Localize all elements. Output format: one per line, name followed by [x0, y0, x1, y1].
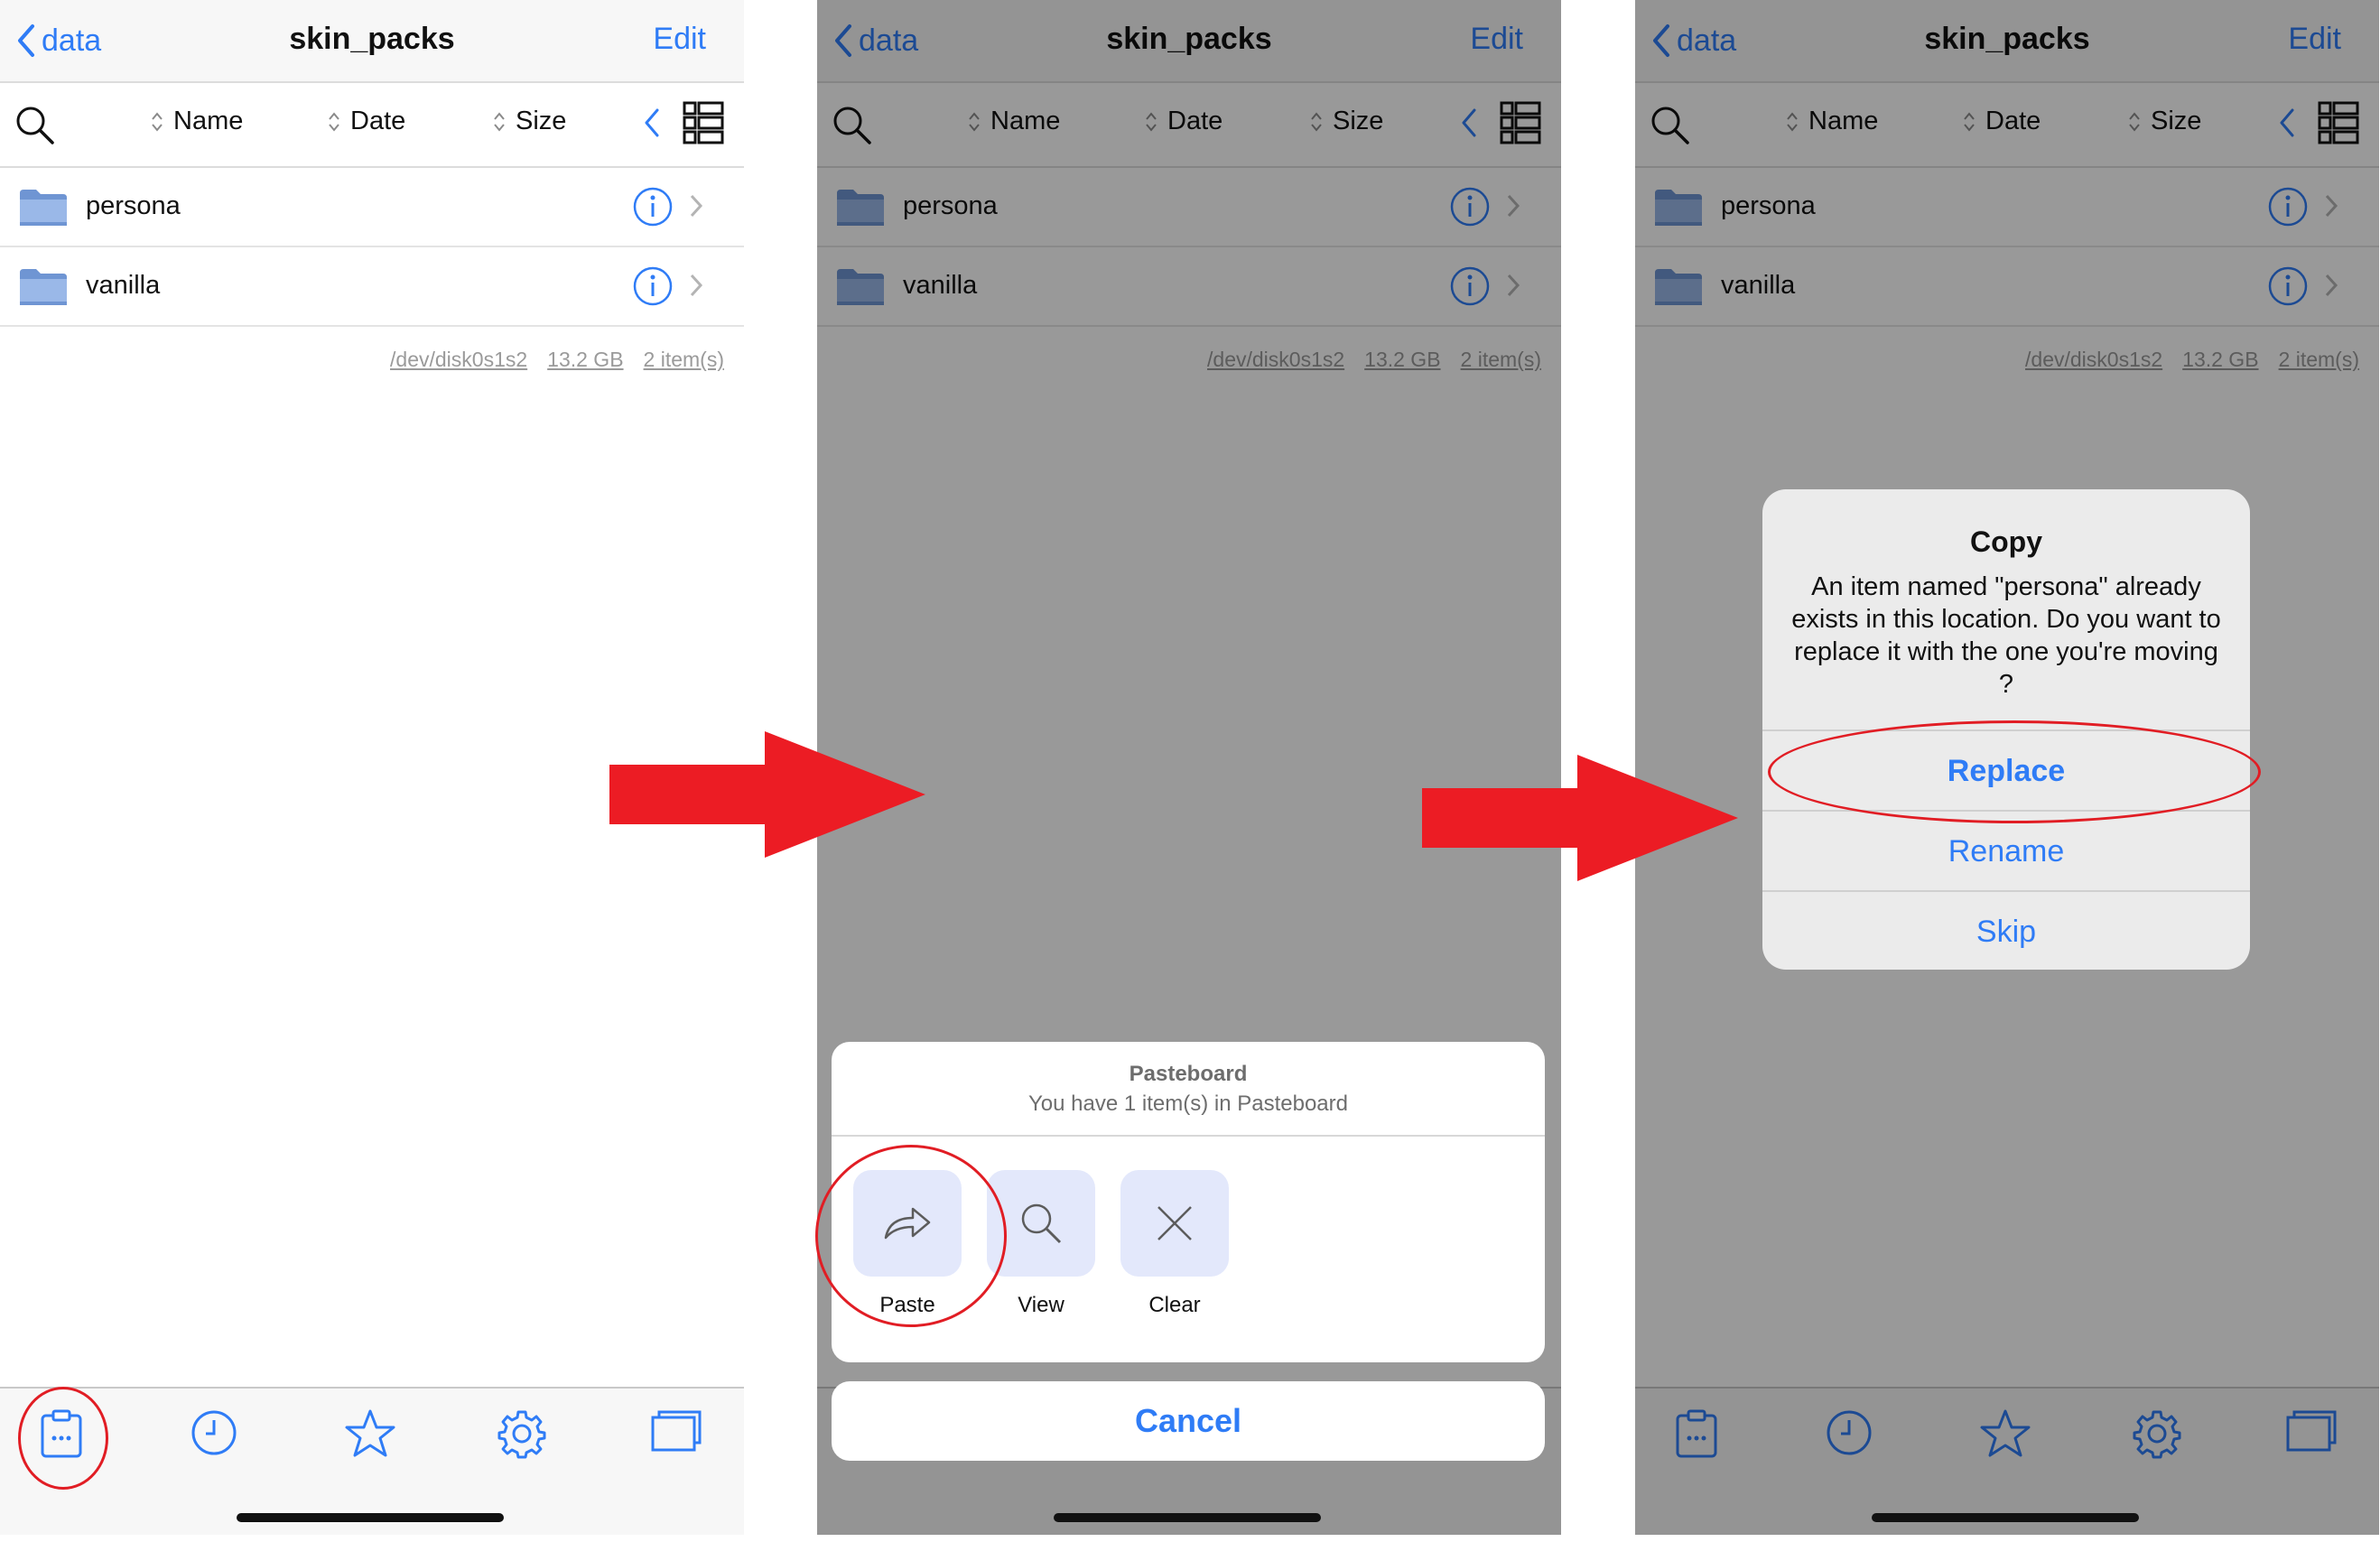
- search-icon[interactable]: [13, 103, 56, 146]
- info-icon[interactable]: [632, 186, 674, 228]
- item-count-link[interactable]: 2 item(s): [644, 348, 724, 372]
- list-layout-icon[interactable]: [683, 101, 724, 144]
- star-icon[interactable]: [344, 1408, 396, 1459]
- annotation-circle-paste: [815, 1145, 1007, 1327]
- clear-button[interactable]: Clear: [1120, 1170, 1229, 1318]
- alert-message: An item named "persona" already exists i…: [1791, 572, 2221, 699]
- edit-button[interactable]: Edit: [653, 22, 706, 57]
- clock-icon[interactable]: [190, 1408, 238, 1457]
- sheet-title: Pasteboard: [1129, 1062, 1248, 1086]
- sort-name-label: Name: [173, 107, 244, 135]
- sort-by-date-button[interactable]: Date: [327, 107, 405, 136]
- sort-size-label: Size: [516, 107, 567, 135]
- sort-icon: [329, 111, 339, 132]
- skip-button[interactable]: Skip: [1762, 890, 2250, 970]
- home-indicator: [1872, 1513, 2139, 1522]
- windows-icon[interactable]: [650, 1408, 702, 1454]
- sheet-subtitle: You have 1 item(s) in Pasteboard: [1028, 1091, 1348, 1116]
- navigation-bar: data skin_packs Edit: [0, 0, 744, 83]
- sort-date-label: Date: [350, 107, 406, 135]
- sort-icon: [152, 111, 163, 132]
- annotation-circle-replace: [1768, 720, 2261, 823]
- storage-footer: /dev/disk0s1s2 13.2 GB 2 item(s): [390, 348, 724, 372]
- list-item[interactable]: persona: [0, 168, 744, 247]
- magnifier-icon: [1021, 1203, 1062, 1244]
- info-icon[interactable]: [632, 265, 674, 307]
- file-name: persona: [86, 191, 181, 220]
- alert-title: Copy: [1970, 525, 2042, 558]
- cancel-button[interactable]: Cancel: [832, 1381, 1545, 1461]
- x-icon: [1157, 1206, 1192, 1240]
- divider: [832, 1135, 1545, 1137]
- chevron-left-icon[interactable]: [643, 107, 661, 139]
- list-item[interactable]: vanilla: [0, 247, 744, 327]
- home-indicator: [237, 1513, 504, 1522]
- annotation-circle-clipboard: [18, 1387, 108, 1490]
- clear-label: Clear: [1148, 1293, 1201, 1317]
- sort-toolbar: Name Date Size: [0, 83, 744, 168]
- view-label: View: [1018, 1293, 1064, 1317]
- sort-icon: [494, 111, 505, 132]
- device-link[interactable]: /dev/disk0s1s2: [390, 348, 527, 372]
- folder-icon: [20, 269, 67, 305]
- right-arrow-icon: [609, 731, 925, 858]
- chevron-right-icon: [690, 274, 703, 297]
- folder-icon: [20, 190, 67, 226]
- sort-by-name-button[interactable]: Name: [150, 107, 243, 136]
- right-arrow-icon: [1422, 755, 1738, 881]
- gear-icon[interactable]: [497, 1408, 547, 1459]
- free-space-link[interactable]: 13.2 GB: [547, 348, 623, 372]
- sort-by-size-button[interactable]: Size: [492, 107, 566, 136]
- file-name: vanilla: [86, 271, 161, 300]
- page-title: skin_packs: [289, 22, 455, 56]
- home-indicator: [1054, 1513, 1321, 1522]
- chevron-right-icon: [690, 194, 703, 218]
